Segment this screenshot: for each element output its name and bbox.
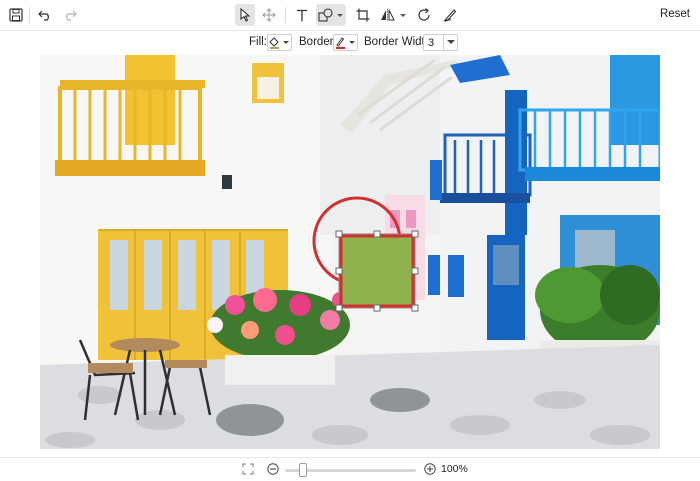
resize-handle[interactable]: [373, 230, 381, 238]
resize-handle[interactable]: [411, 267, 419, 275]
redo-icon[interactable]: [61, 4, 79, 26]
crop-icon[interactable]: [354, 4, 372, 26]
zoom-level-label: 100%: [441, 463, 468, 475]
border-swatch: [336, 47, 345, 49]
resize-handle[interactable]: [335, 267, 343, 275]
chevron-down-icon[interactable]: [443, 35, 457, 50]
zoom-slider-thumb[interactable]: [299, 463, 307, 477]
save-icon[interactable]: [7, 4, 25, 26]
fill-swatch: [270, 47, 279, 49]
resize-handle[interactable]: [373, 304, 381, 312]
move-icon[interactable]: [260, 4, 278, 26]
image-canvas[interactable]: [40, 55, 660, 449]
border-color-picker[interactable]: [333, 34, 358, 51]
zoom-bar: 100%: [0, 457, 700, 481]
shapes-icon[interactable]: [316, 4, 346, 26]
undo-icon[interactable]: [36, 4, 54, 26]
border-label: Border:: [299, 36, 337, 48]
text-icon[interactable]: [293, 4, 311, 26]
resize-handle[interactable]: [411, 230, 419, 238]
pointer-icon[interactable]: [235, 4, 255, 26]
shape-properties-bar: Fill: Border: Border Width: 3: [0, 31, 700, 54]
rectangle-annotation[interactable]: [339, 234, 415, 308]
resize-handle[interactable]: [335, 230, 343, 238]
zoom-out-icon[interactable]: [266, 462, 280, 476]
resize-handle[interactable]: [335, 304, 343, 312]
pen-icon[interactable]: [441, 4, 459, 26]
flip-icon[interactable]: [379, 4, 409, 26]
main-toolbar: Reset: [0, 0, 700, 31]
fill-color-picker[interactable]: [267, 34, 292, 51]
border-width-select[interactable]: 3: [423, 34, 458, 51]
rotate-icon[interactable]: [415, 4, 433, 26]
fill-label: Fill:: [249, 36, 267, 48]
fit-screen-icon[interactable]: [241, 462, 255, 476]
annotation-layer: [312, 196, 419, 312]
reset-button[interactable]: Reset: [660, 8, 690, 20]
zoom-in-icon[interactable]: [423, 462, 437, 476]
resize-handle[interactable]: [411, 304, 419, 312]
border-width-value: 3: [428, 37, 435, 49]
